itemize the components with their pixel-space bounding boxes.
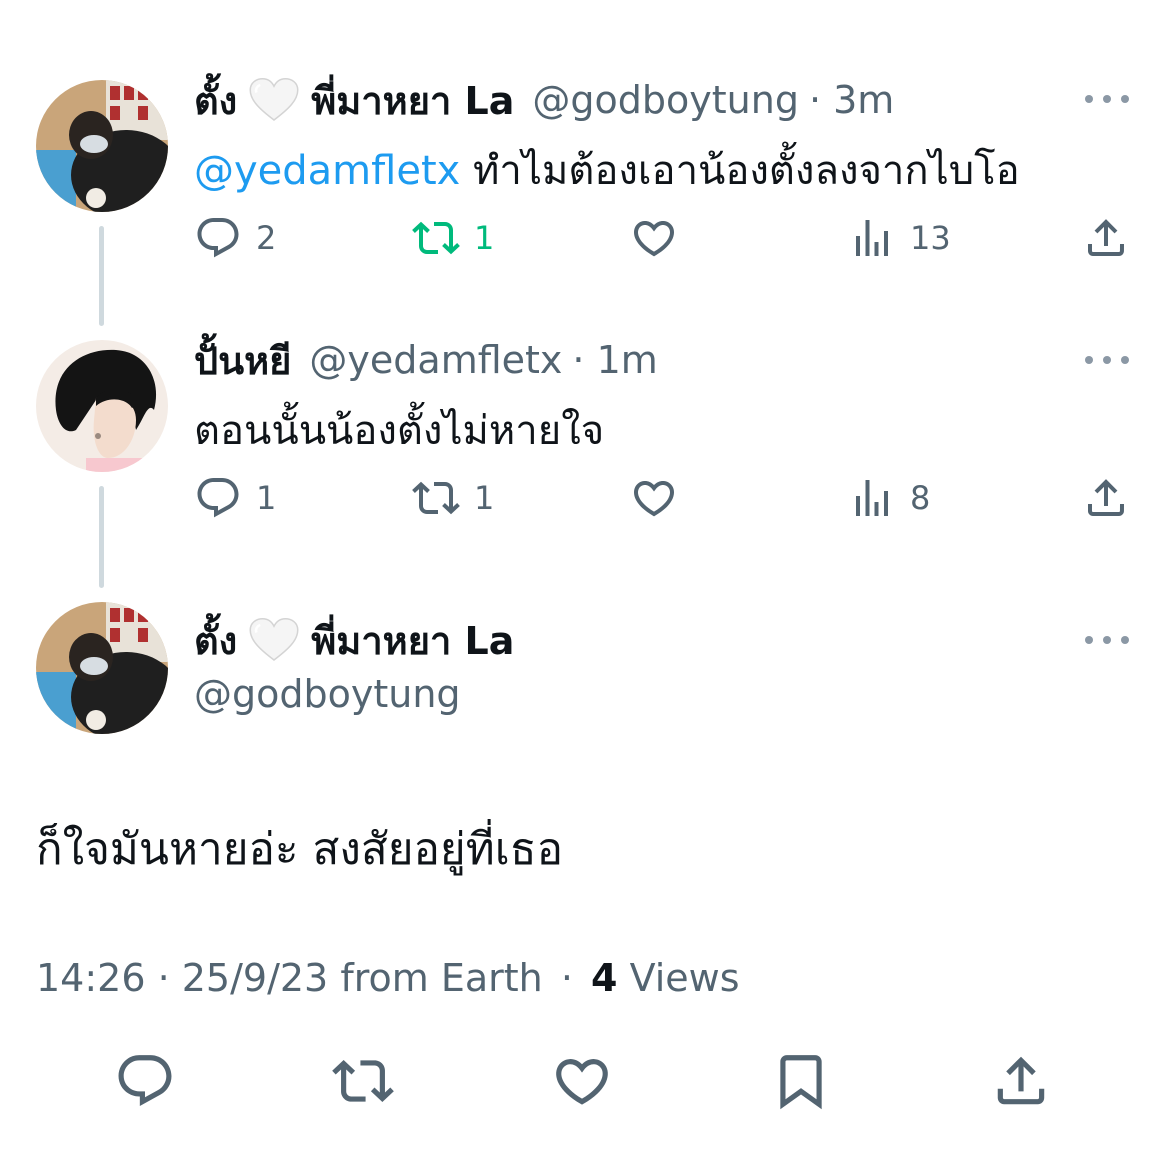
main-tweet-author: ตั้ง พี่มาหยา La	[194, 612, 514, 668]
retweet-button[interactable]	[332, 1050, 394, 1116]
bookmark-button[interactable]	[770, 1050, 832, 1116]
views-icon	[848, 474, 896, 522]
bookmark-icon	[770, 1050, 832, 1112]
views-count: 8	[910, 479, 931, 517]
views-count: 4	[591, 956, 618, 1000]
share-icon	[990, 1050, 1052, 1112]
views-button[interactable]: 8	[848, 474, 930, 522]
display-name-part1[interactable]: ตั้ง	[194, 70, 237, 131]
reply-icon	[194, 214, 242, 262]
views-button[interactable]: 13	[848, 214, 951, 262]
share-button[interactable]	[1082, 474, 1130, 522]
main-tweet-text: ก็ใจมันหายอ่ะ สงสัยอยู่ที่เธอ	[36, 824, 564, 875]
reply-button[interactable]: 1	[194, 474, 276, 522]
retweet-icon	[332, 1050, 394, 1112]
avatar-godboytung[interactable]	[36, 80, 168, 212]
avatar-yedamfletx[interactable]	[36, 340, 168, 472]
reply-count: 2	[256, 219, 277, 257]
retweet-count: 1	[474, 219, 495, 257]
like-button[interactable]	[551, 1050, 613, 1116]
tweet-time[interactable]: · 3m	[809, 78, 894, 122]
meta-separator: ·	[560, 956, 573, 1000]
heart-icon	[630, 214, 678, 262]
views-icon	[848, 214, 896, 262]
user-handle[interactable]: @yedamfletx	[309, 338, 562, 382]
retweet-count: 1	[474, 479, 495, 517]
mention-link[interactable]: @yedamfletx	[194, 148, 460, 194]
thread-connector	[99, 226, 104, 326]
like-button[interactable]	[630, 214, 678, 262]
display-name-part2[interactable]: พี่มาหยา La	[311, 70, 514, 131]
tweet-header: ปั้นหยี @yedamfletx · 1m	[194, 332, 658, 388]
thread-connector	[99, 486, 104, 588]
heart-icon	[630, 474, 678, 522]
tweet-text: @yedamfletx ทำไมต้องเอาน้องตั้งลงจากไบโอ	[194, 138, 1020, 202]
tweet-header: ตั้ง พี่มาหยา La @godboytung · 3m	[194, 72, 894, 128]
display-name[interactable]: ปั้นหยี	[194, 330, 291, 391]
share-button[interactable]	[990, 1050, 1052, 1116]
like-button[interactable]	[630, 474, 678, 522]
tweet-meta: 14:26 · 25/9/23 from Earth · 4 Views	[36, 956, 740, 1000]
reply-button[interactable]	[114, 1050, 176, 1116]
tweet-time[interactable]: · 1m	[572, 338, 657, 382]
share-icon	[1082, 214, 1130, 262]
reply-icon	[194, 474, 242, 522]
share-button[interactable]	[1082, 214, 1130, 262]
retweet-icon	[412, 214, 460, 262]
user-handle[interactable]: @godboytung	[194, 672, 461, 716]
user-handle[interactable]: @godboytung	[532, 78, 799, 122]
white-heart-emoji-icon	[249, 617, 299, 663]
white-heart-emoji-icon	[249, 77, 299, 123]
retweet-button[interactable]: 1	[412, 214, 494, 262]
reply-count: 1	[256, 479, 277, 517]
retweet-button[interactable]: 1	[412, 474, 494, 522]
views-label: Views	[629, 956, 740, 1000]
display-name-part1[interactable]: ตั้ง	[194, 610, 237, 671]
reply-icon	[114, 1050, 176, 1112]
views-count: 13	[910, 219, 951, 257]
avatar-godboytung[interactable]	[36, 602, 168, 734]
reply-button[interactable]: 2	[194, 214, 276, 262]
share-icon	[1082, 474, 1130, 522]
heart-icon	[551, 1050, 613, 1112]
timestamp[interactable]: 14:26 · 25/9/23 from Earth	[36, 956, 543, 1000]
display-name-part2[interactable]: พี่มาหยา La	[311, 610, 514, 671]
more-icon[interactable]	[1085, 354, 1129, 366]
tweet-body: ตอนนั้นน้องตั้งไม่หายใจ	[194, 408, 605, 454]
tweet-body: ทำไมต้องเอาน้องตั้งลงจากไบโอ	[473, 148, 1020, 194]
more-icon[interactable]	[1085, 634, 1129, 646]
retweet-icon	[412, 474, 460, 522]
more-icon[interactable]	[1085, 93, 1129, 105]
